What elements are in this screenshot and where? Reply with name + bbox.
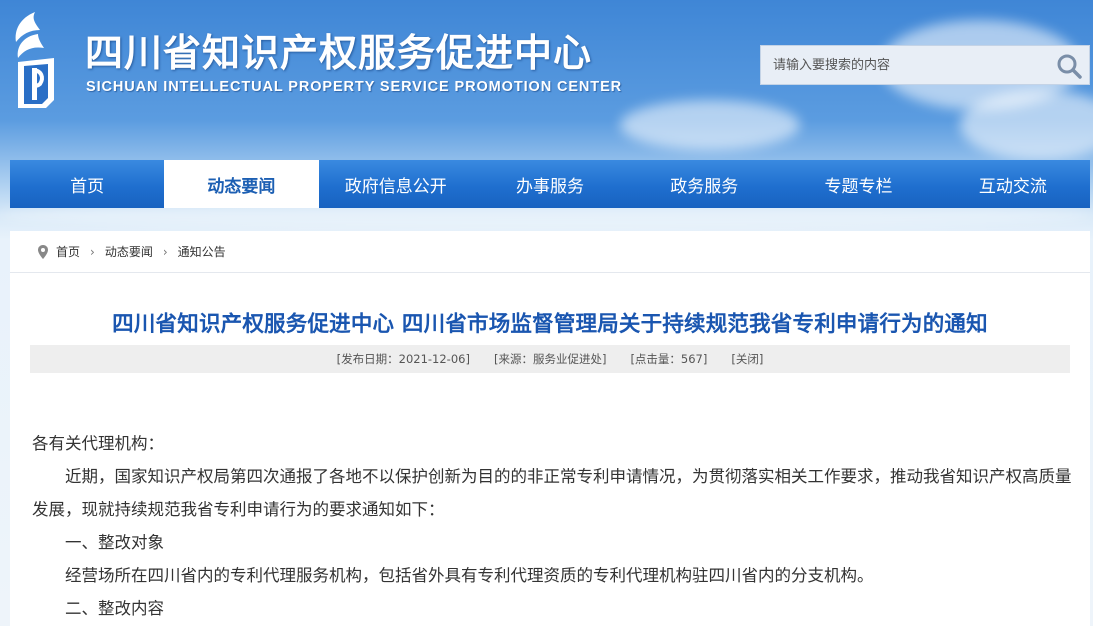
chevron-right-icon: ›: [162, 244, 168, 259]
nav-item-home[interactable]: 首页: [10, 160, 164, 208]
close-link[interactable]: [关闭]: [731, 351, 763, 367]
breadcrumb-news[interactable]: 动态要闻: [105, 243, 153, 260]
breadcrumb-notices[interactable]: 通知公告: [178, 243, 226, 260]
site-title: 四川省知识产权服务促进中心: [85, 31, 593, 75]
chevron-right-icon: ›: [90, 244, 95, 259]
search-box: [760, 45, 1090, 85]
nav-item-interaction[interactable]: 互动交流: [936, 160, 1090, 208]
search-input[interactable]: [761, 46, 1051, 84]
nav-item-services[interactable]: 办事服务: [473, 160, 627, 208]
breadcrumb-home[interactable]: 首页: [56, 243, 80, 260]
nav-item-topics[interactable]: 专题专栏: [781, 160, 935, 208]
article-meta: [发布日期：2021-12-06] [来源：服务业促进处] [点击量：567] …: [30, 345, 1070, 373]
main-nav: 首页 动态要闻 政府信息公开 办事服务 政务服务 专题专栏 互动交流: [10, 160, 1090, 208]
salutation: 各有关代理机构：: [32, 434, 164, 453]
nav-item-gov-services[interactable]: 政务服务: [627, 160, 781, 208]
click-count: [点击量：567]: [630, 352, 708, 366]
breadcrumb: 首页 › 动态要闻 › 通知公告: [10, 231, 1090, 273]
sichuan-ip-logo[interactable]: [10, 8, 60, 112]
section-heading: 一、整改对象: [65, 533, 164, 552]
publish-date: [发布日期：2021-12-06]: [336, 352, 470, 366]
nav-item-news[interactable]: 动态要闻: [164, 160, 319, 208]
content-panel: 首页 › 动态要闻 › 通知公告 四川省知识产权服务促进中心 四川省市场监督管理…: [10, 231, 1090, 626]
article-paragraph: 近期，国家知识产权局第四次通报了各地不以保护创新为目的的非正常专利申请情况，为贯…: [32, 467, 1072, 519]
article-source: [来源：服务业促进处]: [493, 352, 607, 366]
article-body: 各有关代理机构： 近期，国家知识产权局第四次通报了各地不以保护创新为目的的非正常…: [32, 427, 1074, 625]
location-pin-icon: [38, 244, 48, 259]
site-subtitle: SICHUAN INTELLECTUAL PROPERTY SERVICE PR…: [86, 79, 623, 95]
search-icon[interactable]: [1055, 52, 1083, 80]
article-paragraph: 经营场所在四川省内的专利代理服务机构，包括省外具有专利代理资质的专利代理机构驻四…: [65, 566, 874, 585]
nav-item-gov-info[interactable]: 政府信息公开: [319, 160, 473, 208]
section-heading: 二、整改内容: [65, 599, 164, 618]
article-title: 四川省知识产权服务促进中心 四川省市场监督管理局关于持续规范我省专利申请行为的通…: [112, 312, 988, 337]
site-header: 四川省知识产权服务促进中心 SICHUAN INTELLECTUAL PROPE…: [0, 0, 1093, 160]
